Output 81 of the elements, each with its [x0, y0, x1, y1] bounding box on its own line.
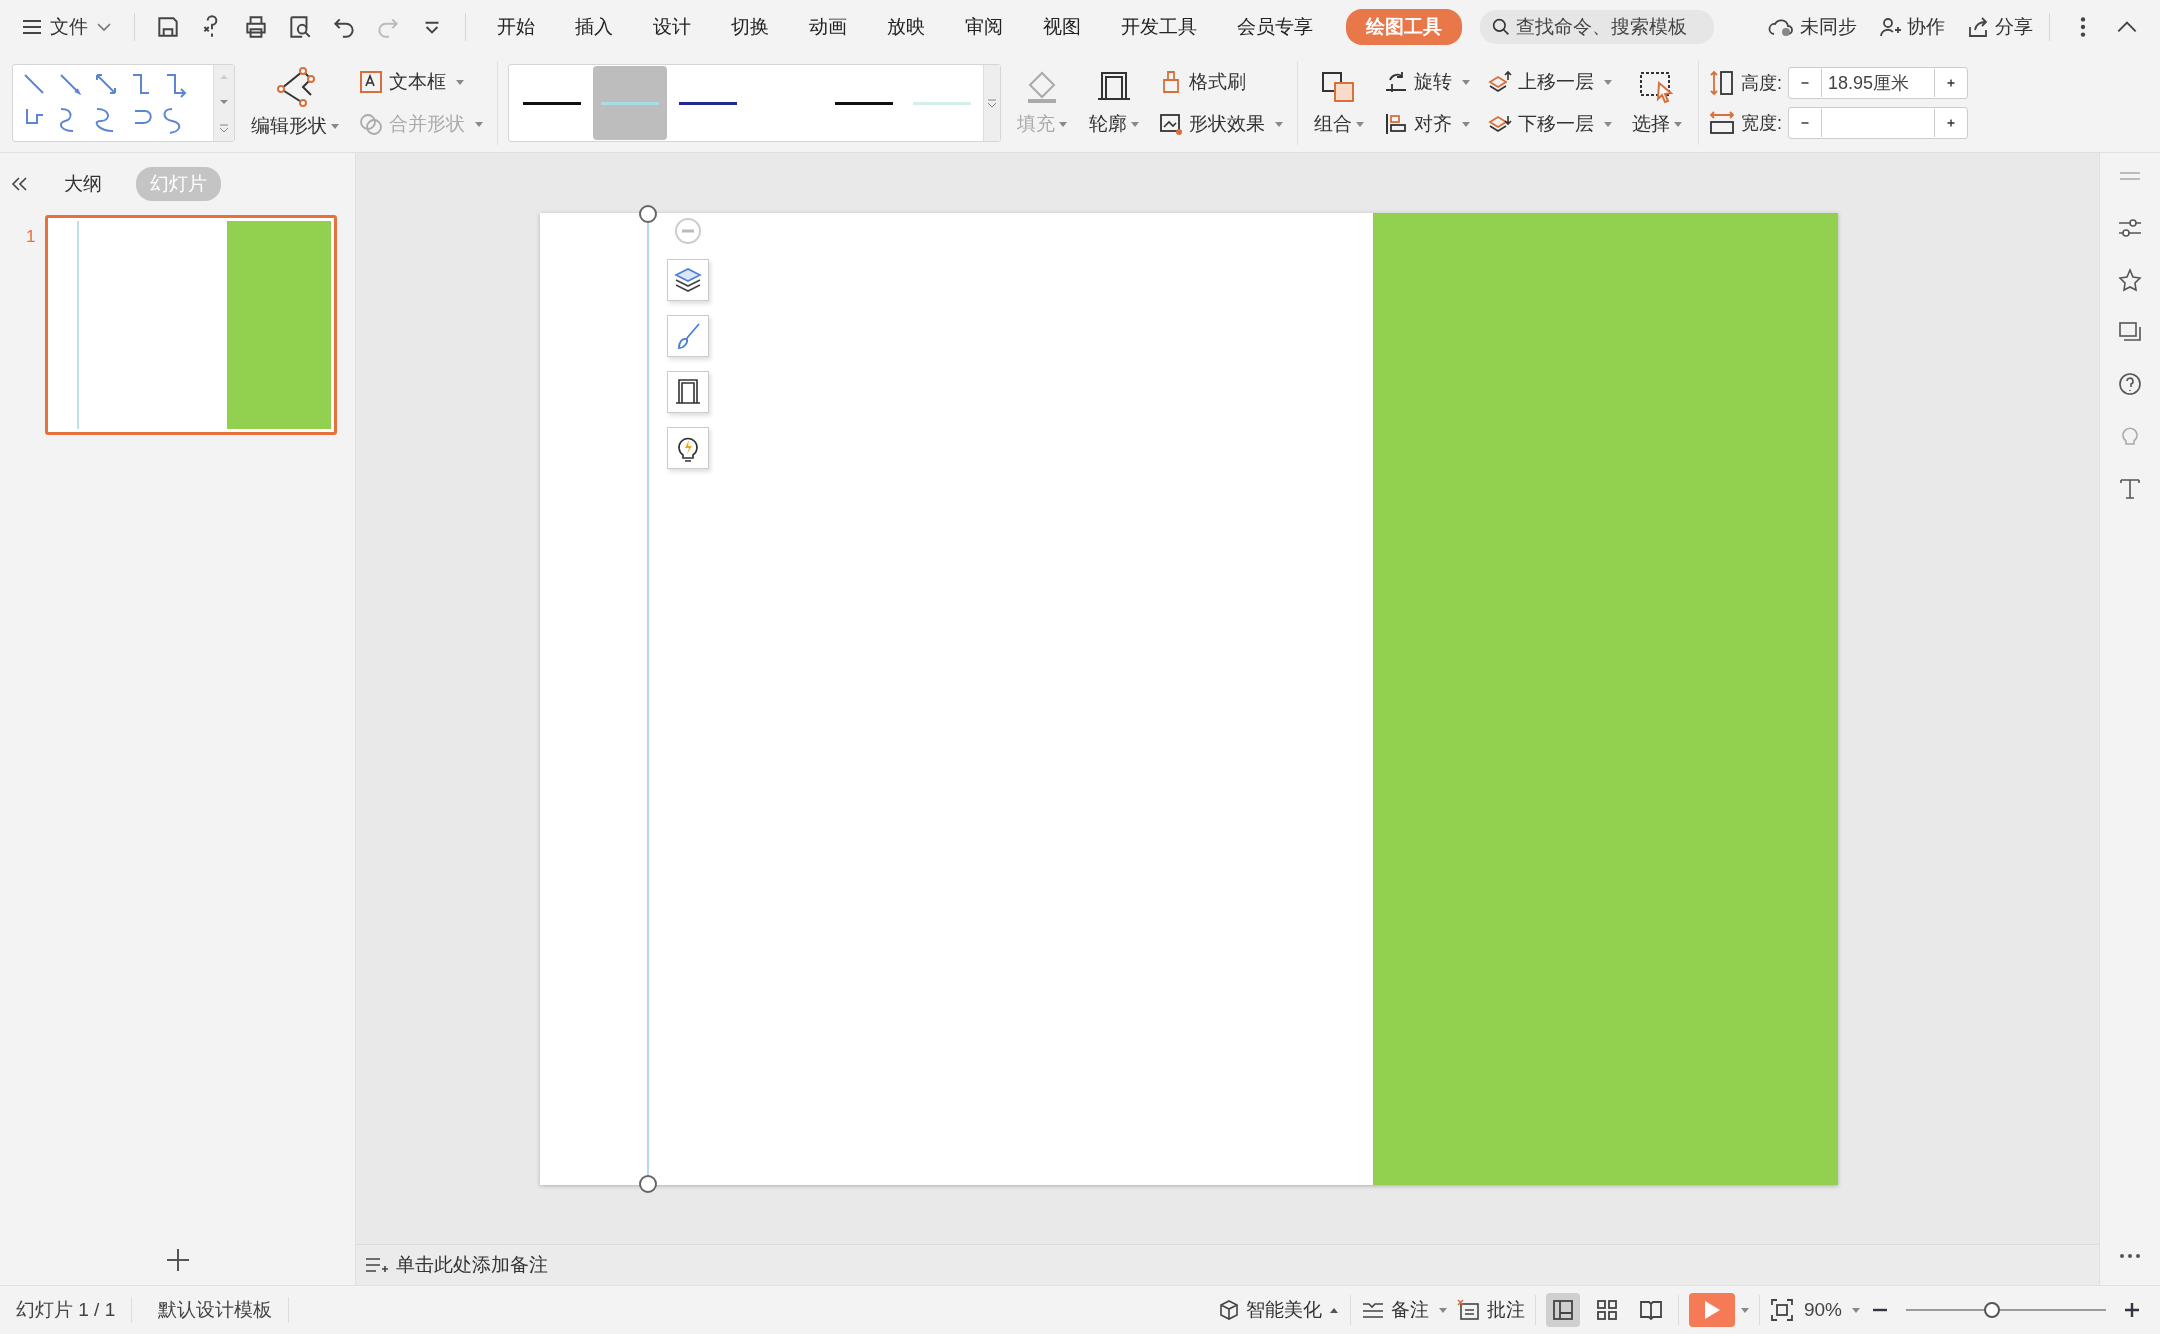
layers-up-icon: [1488, 70, 1512, 94]
resize-handle[interactable]: [639, 205, 657, 223]
zoom-level-dropdown[interactable]: 90%: [1803, 1299, 1860, 1321]
zoom-slider-thumb[interactable]: [1984, 1302, 2000, 1318]
height-icon: [1709, 70, 1735, 96]
add-slide-icon[interactable]: [164, 1247, 191, 1273]
edit-shape-button[interactable]: 编辑形状: [245, 63, 345, 143]
layers-icon: [673, 265, 703, 295]
star-icon[interactable]: [2117, 267, 2143, 293]
merge-shapes-icon: [359, 112, 383, 136]
outline-button[interactable]: [667, 371, 709, 413]
play-button[interactable]: [1688, 1293, 1735, 1327]
smart-suggestion-button[interactable]: [667, 427, 709, 469]
zoom-in-icon[interactable]: [2122, 1300, 2142, 1320]
bring-forward-button[interactable]: 上移一层: [1484, 67, 1616, 97]
slide-number: 1: [26, 226, 36, 248]
file-menu[interactable]: 文件: [16, 10, 118, 44]
menu-icon: [22, 19, 42, 35]
shape-effects-button[interactable]: 形状效果: [1155, 109, 1287, 139]
share-icon: [1967, 16, 1989, 38]
ribbon-tab[interactable]: 开始: [482, 8, 550, 46]
sync-button[interactable]: 未同步: [1768, 14, 1857, 40]
align-button[interactable]: 对齐: [1380, 109, 1474, 139]
notes-icon: [364, 1255, 388, 1275]
collaborate-button[interactable]: 协作: [1879, 14, 1945, 40]
height-field[interactable]: 18.95厘米: [1788, 67, 1968, 99]
brush-button[interactable]: [667, 315, 709, 357]
height-label: 高度:: [1741, 72, 1782, 95]
send-backward-button[interactable]: 下移一层: [1484, 109, 1616, 139]
grid-icon: [1594, 1298, 1619, 1322]
select-button[interactable]: 选择: [1626, 65, 1688, 141]
ribbon-tab[interactable]: 设计: [638, 8, 706, 46]
expand-icon[interactable]: [218, 122, 230, 133]
layers-button[interactable]: [667, 259, 709, 301]
expand-icon[interactable]: [986, 98, 998, 108]
chevron-down-icon: [96, 22, 112, 32]
rotate-button[interactable]: 旋转: [1380, 67, 1474, 97]
comments-button[interactable]: 批注: [1456, 1297, 1525, 1323]
width-field[interactable]: [1788, 107, 1968, 139]
collapse-panel-icon[interactable]: [10, 176, 30, 192]
ribbon-tab[interactable]: 审阅: [950, 8, 1018, 46]
search-icon: [1492, 16, 1510, 38]
panel-tab[interactable]: 大纲: [50, 167, 116, 201]
align-left-icon: [1384, 112, 1408, 136]
text-box-button[interactable]: 文本框: [355, 67, 487, 97]
shape-effects-icon: [1159, 112, 1183, 136]
shape-gallery[interactable]: [12, 64, 235, 142]
rotate-icon: [1384, 70, 1408, 94]
ribbon-tab[interactable]: 视图: [1028, 8, 1096, 46]
width-label: 宽度:: [1741, 112, 1782, 135]
share-button[interactable]: 分享: [1967, 14, 2033, 40]
notes-button[interactable]: 备注: [1360, 1297, 1447, 1323]
comment-icon: [1456, 1299, 1481, 1321]
normal-view-button[interactable]: [1545, 1293, 1580, 1327]
slide-thumbnail[interactable]: [45, 215, 338, 435]
beautify-button[interactable]: 智能美化: [1217, 1297, 1340, 1323]
group-button[interactable]: 组合: [1308, 65, 1370, 141]
outline-button[interactable]: 轮廓: [1083, 65, 1145, 141]
ribbon-tab[interactable]: 动画: [794, 8, 862, 46]
cube-icon: [1217, 1299, 1240, 1321]
fit-window-icon[interactable]: [1769, 1298, 1794, 1322]
format-painter-button[interactable]: 格式刷: [1155, 67, 1287, 97]
book-icon: [1638, 1298, 1663, 1322]
width-icon: [1709, 110, 1735, 136]
normal-view-icon: [1550, 1298, 1575, 1322]
ribbon-tab[interactable]: 插入: [560, 8, 628, 46]
ribbon-tab[interactable]: 开发工具: [1106, 8, 1212, 46]
cloud-icon: [1768, 17, 1794, 37]
text-box-icon: [359, 70, 383, 94]
outline-icon: [673, 377, 703, 407]
slide-count: 幻灯片 1 / 1: [0, 1297, 133, 1323]
search-field[interactable]: 查找命令、搜索模板: [1480, 10, 1714, 44]
notes-icon: [1360, 1300, 1385, 1320]
add-user-icon: [1879, 16, 1901, 38]
ribbon-tab[interactable]: 放映: [872, 8, 940, 46]
ribbon-tab[interactable]: 切换: [716, 8, 784, 46]
scroll-down-icon[interactable]: [218, 98, 230, 106]
resize-handle[interactable]: [639, 1175, 657, 1193]
template-name[interactable]: 默认设计模板: [142, 1297, 290, 1323]
help-icon[interactable]: [2117, 371, 2143, 397]
ribbon-tab[interactable]: 会员专享: [1222, 8, 1328, 46]
